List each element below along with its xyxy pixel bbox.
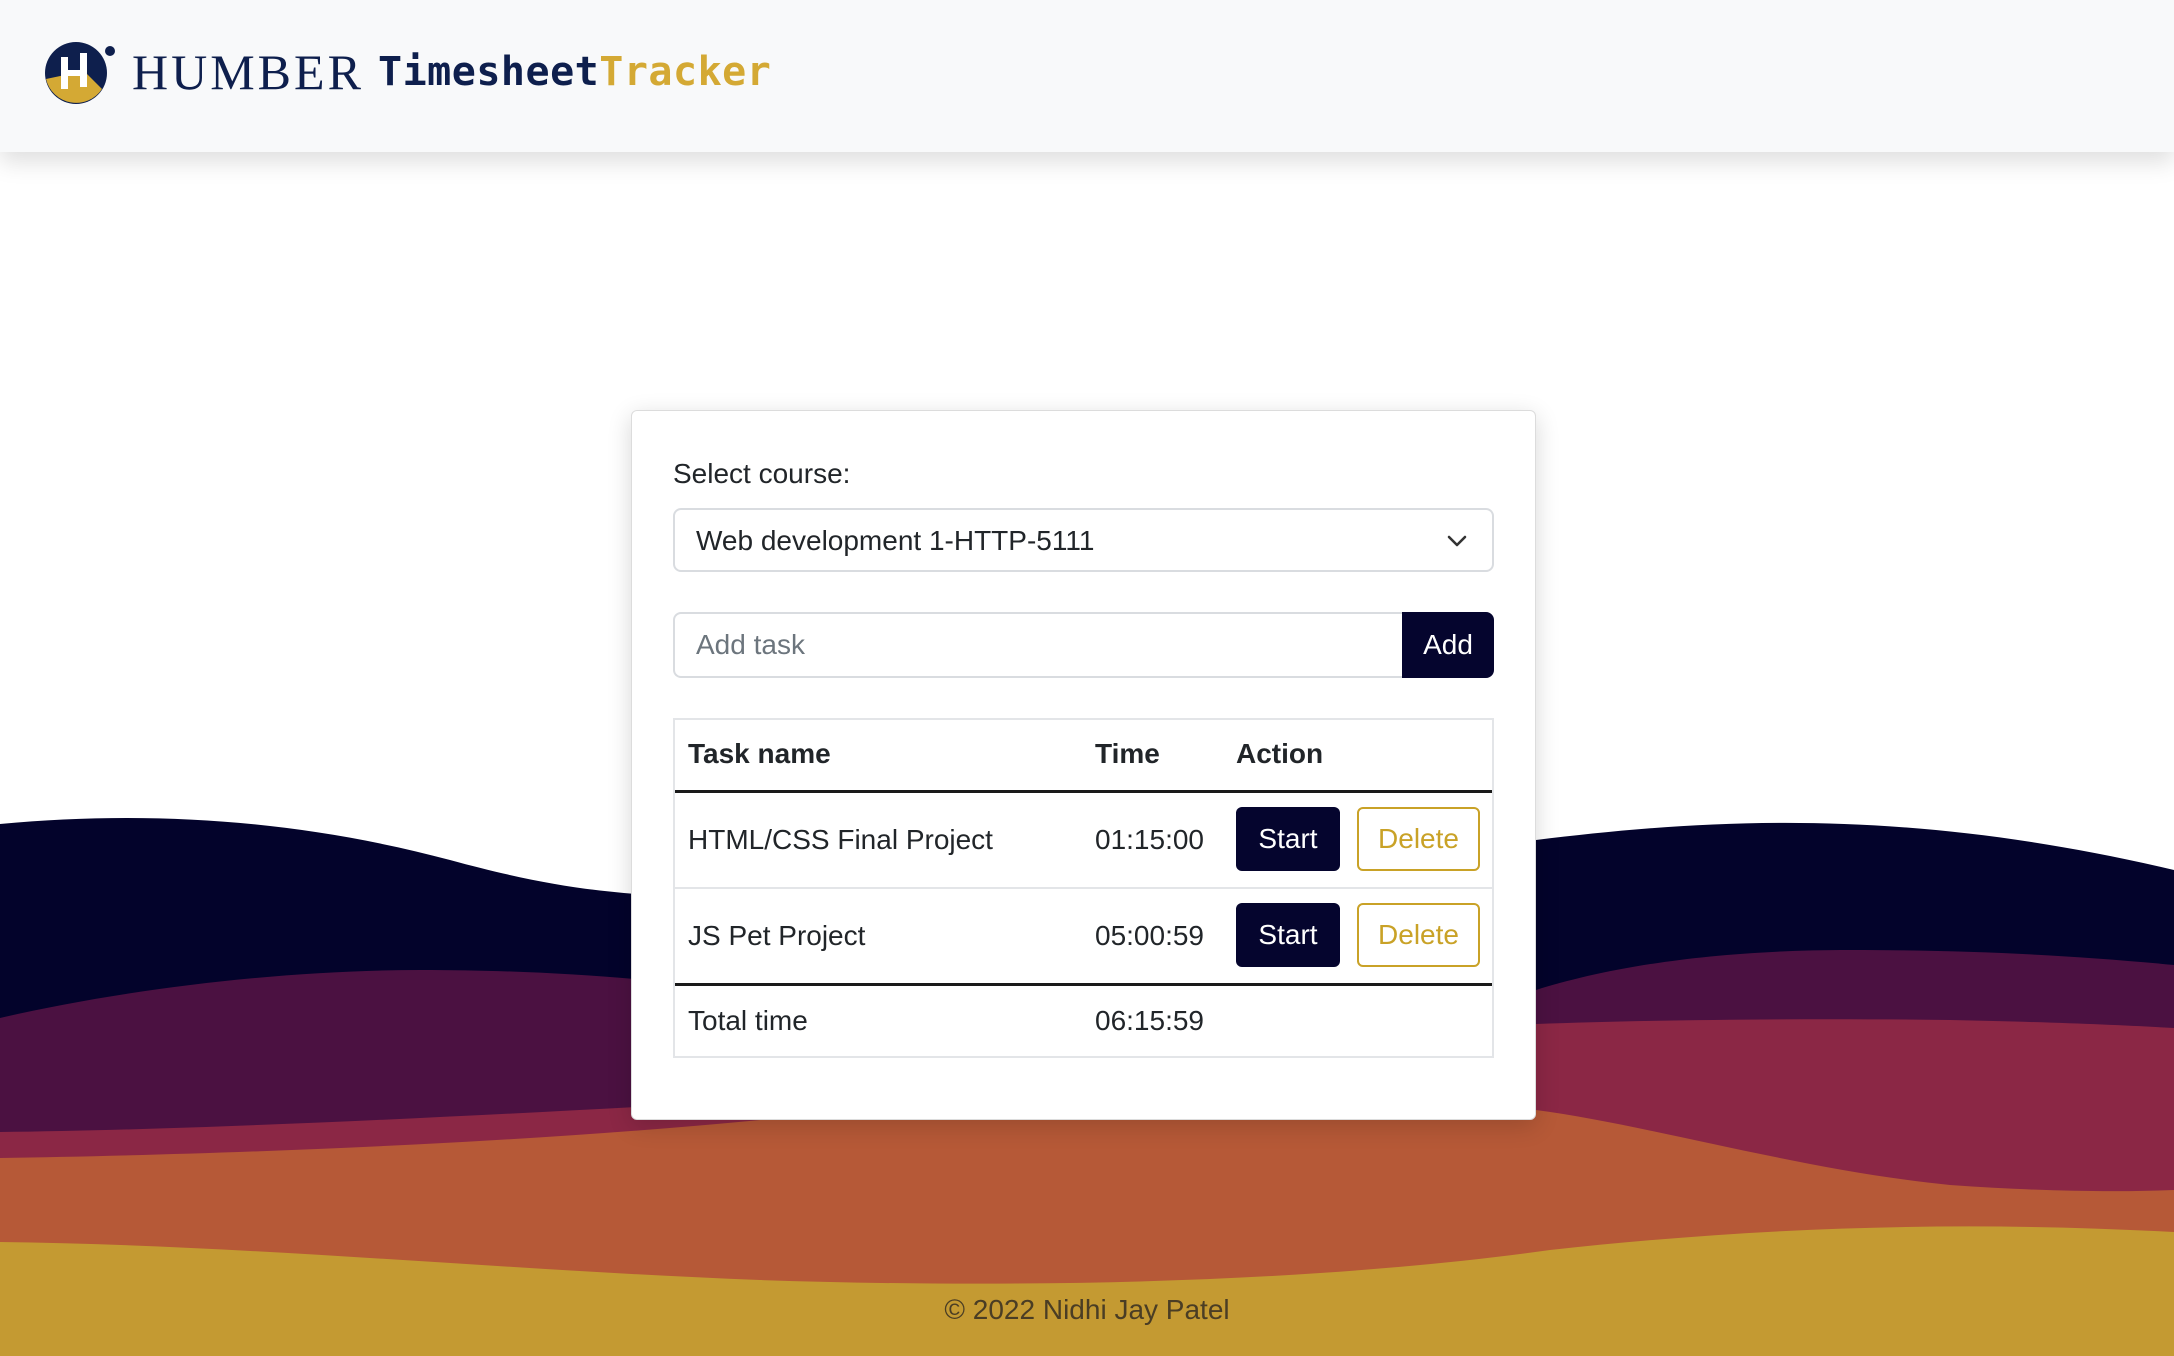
navbar: HUMBER TimesheetTracker <box>0 0 2174 152</box>
footer-copyright: © 2022 Nidhi Jay Patel <box>944 1294 1230 1325</box>
task-time: 01:15:00 <box>1095 824 1204 855</box>
course-select-value: Web development 1-HTTP-5111 <box>696 525 1095 556</box>
add-task-input[interactable] <box>673 612 1402 678</box>
humber-h-logo-icon[interactable] <box>44 41 116 105</box>
chevron-down-icon <box>1447 535 1467 547</box>
select-course-label: Select course: <box>673 458 851 489</box>
brand-humber[interactable]: HUMBER <box>132 47 364 97</box>
task-time: 05:00:59 <box>1095 920 1204 951</box>
table-row: HTML/CSS Final Project 01:15:00 Start De… <box>675 793 1492 889</box>
total-row: Total time 06:15:59 <box>675 986 1492 1056</box>
header-time: Time <box>1095 738 1160 769</box>
table-row: JS Pet Project 05:00:59 Start Delete <box>675 889 1492 986</box>
brand-tracker: Tracker <box>599 49 772 95</box>
start-button[interactable]: Start <box>1236 807 1340 871</box>
brand-app-name[interactable]: TimesheetTracker <box>378 52 771 92</box>
total-time-label: Total time <box>688 1005 808 1036</box>
total-time-value: 06:15:59 <box>1095 1005 1204 1036</box>
start-button[interactable]: Start <box>1236 903 1340 967</box>
table-header-row: Task name Time Action <box>675 720 1492 793</box>
delete-button[interactable]: Delete <box>1357 807 1480 871</box>
header-action: Action <box>1236 738 1324 769</box>
add-task-button[interactable]: Add <box>1402 612 1494 678</box>
delete-button[interactable]: Delete <box>1357 903 1480 967</box>
task-table: Task name Time Action HTML/CSS Final Pro… <box>673 718 1494 1058</box>
header-task-name: Task name <box>688 738 831 769</box>
task-name: JS Pet Project <box>688 920 866 951</box>
task-name: HTML/CSS Final Project <box>688 824 993 855</box>
brand-timesheet: Timesheet <box>378 49 600 95</box>
timesheet-card: Select course: Web development 1-HTTP-51… <box>631 410 1536 1120</box>
course-select[interactable]: Web development 1-HTTP-5111 <box>673 508 1494 572</box>
